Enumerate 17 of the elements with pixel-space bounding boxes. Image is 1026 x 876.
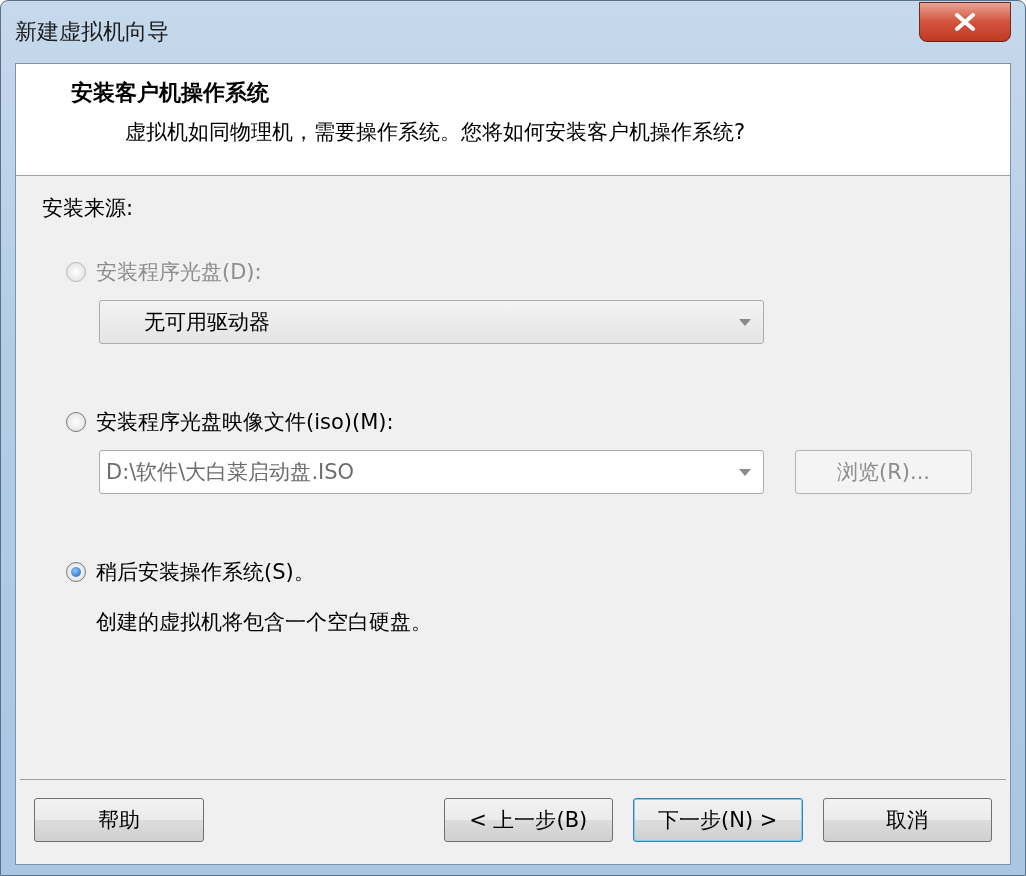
window-title: 新建虚拟机向导: [15, 18, 169, 46]
radio-option[interactable]: 安装程序光盘映像文件(iso)(M):: [66, 408, 984, 436]
dialog-button[interactable]: 取消: [822, 798, 992, 842]
dialog-button[interactable]: < 上一步(B): [443, 798, 613, 842]
dialog-button[interactable]: 帮助: [34, 798, 204, 842]
section-label: 安装来源:: [42, 195, 135, 222]
caret-icon: [739, 468, 751, 476]
close-icon: [954, 13, 976, 31]
header-title: 安装客户机操作系统: [71, 79, 270, 107]
dialog-button[interactable]: 下一步(N) >: [633, 798, 803, 842]
option-note: 创建的虚拟机将包含一个空白硬盘。: [96, 609, 433, 636]
radio-button[interactable]: [66, 412, 86, 432]
radio-option[interactable]: 稍后安装操作系统(S)。: [66, 558, 984, 586]
header-subtitle: 虚拟机如同物理机，需要操作系统。您将如何安装客户机操作系统?: [125, 119, 747, 146]
close-button[interactable]: [919, 2, 1011, 42]
caret-icon: [739, 318, 751, 326]
radio-button[interactable]: [66, 562, 86, 582]
